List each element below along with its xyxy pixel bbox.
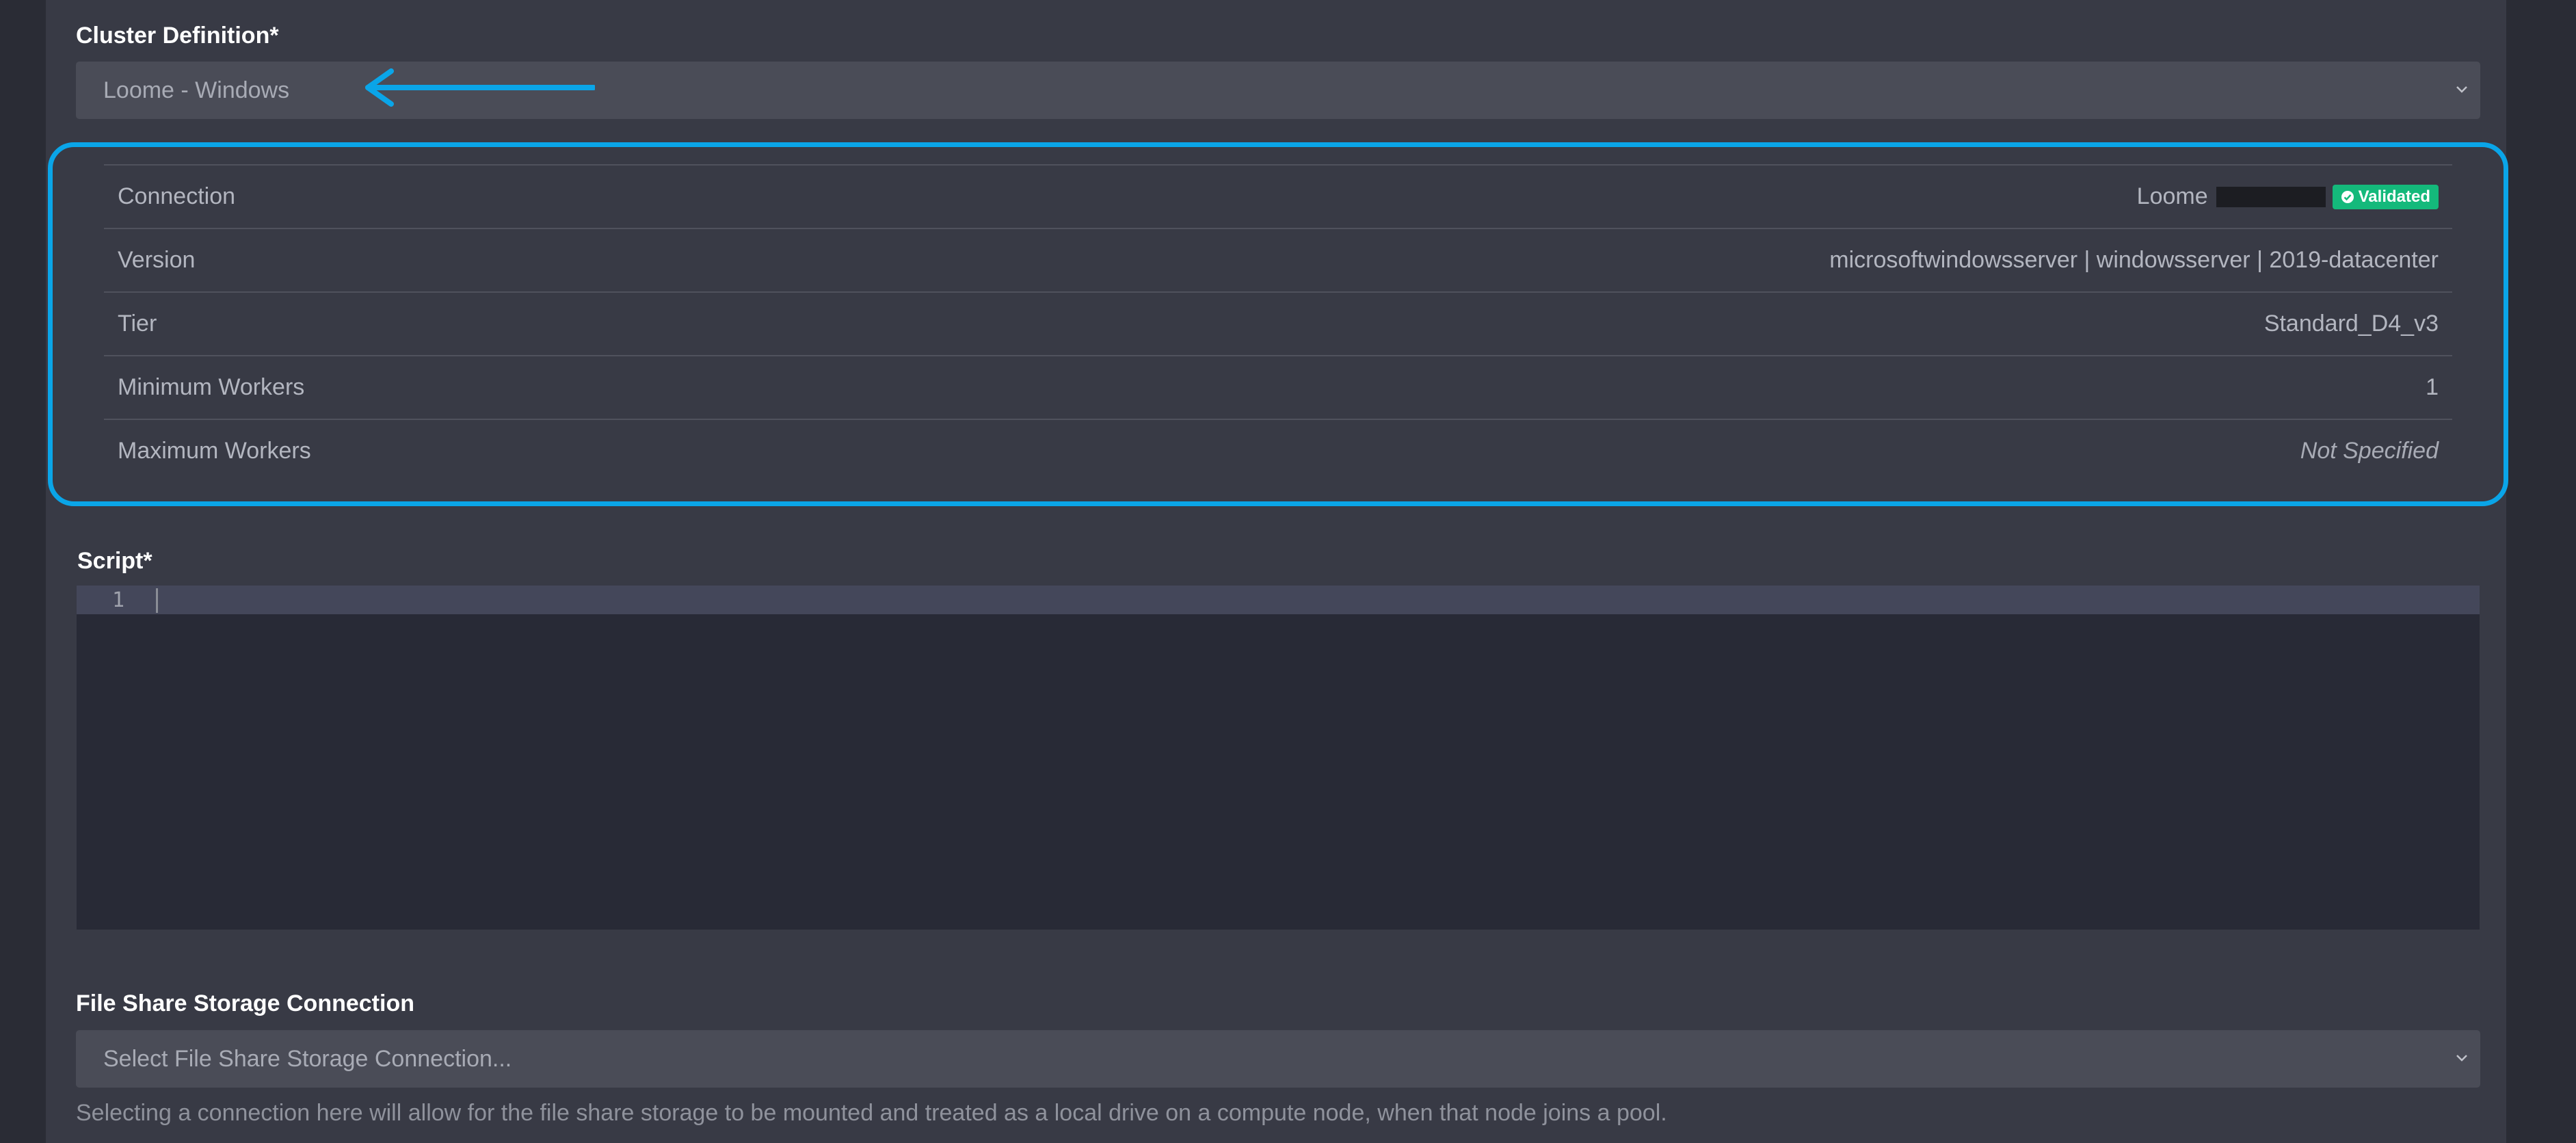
row-key: Connection (118, 183, 236, 209)
details-row-maximum-workers: Maximum Workers Not Specified (104, 420, 2452, 482)
row-key: Tier (118, 311, 157, 337)
details-row-version: Version microsoftwindowsserver | windows… (104, 229, 2452, 293)
status-badge: Validated (2332, 184, 2439, 209)
connection-name: Loome (2136, 183, 2208, 209)
details-row-tier: Tier Standard_D4_v3 (104, 293, 2452, 356)
active-line-highlight (77, 586, 2480, 614)
cluster-definition-value: Loome - Windows (103, 77, 290, 103)
chevron-down-icon (2456, 1055, 2467, 1062)
script-editor[interactable]: 1 (77, 586, 2480, 930)
file-share-label: File Share Storage Connection (76, 990, 414, 1016)
row-key: Minimum Workers (118, 374, 305, 400)
row-key: Maximum Workers (118, 438, 311, 464)
annotation-arrow-icon (365, 68, 595, 107)
page-root: Cluster Definition* Loome - Windows Conn… (0, 0, 2576, 1143)
row-value: Standard_D4_v3 (2263, 311, 2439, 337)
row-value: Loome Validated (2137, 183, 2439, 210)
details-row-connection: Connection Loome Validated (104, 166, 2452, 229)
line-number: 1 (112, 588, 125, 612)
file-share-placeholder: Select File Share Storage Connection... (103, 1045, 512, 1072)
script-label: Script* (77, 548, 152, 574)
text-cursor (156, 588, 158, 613)
row-value: microsoftwindowsserver | windowsserver |… (1829, 247, 2439, 273)
redacted-block (2216, 186, 2326, 207)
file-share-help-text: Selecting a connection here will allow f… (76, 1100, 1667, 1126)
row-value: 1 (2426, 374, 2439, 400)
cluster-details-table: Connection Loome Validated Version micro… (104, 164, 2452, 482)
status-badge-label: Validated (2358, 187, 2430, 206)
details-row-minimum-workers: Minimum Workers 1 (104, 356, 2452, 420)
check-circle-icon (2341, 190, 2354, 203)
file-share-select[interactable]: Select File Share Storage Connection... (76, 1030, 2480, 1088)
cluster-definition-label: Cluster Definition* (76, 23, 279, 49)
chevron-down-icon (2456, 86, 2467, 93)
row-value: Not Specified (2300, 438, 2439, 464)
row-key: Version (118, 247, 196, 273)
